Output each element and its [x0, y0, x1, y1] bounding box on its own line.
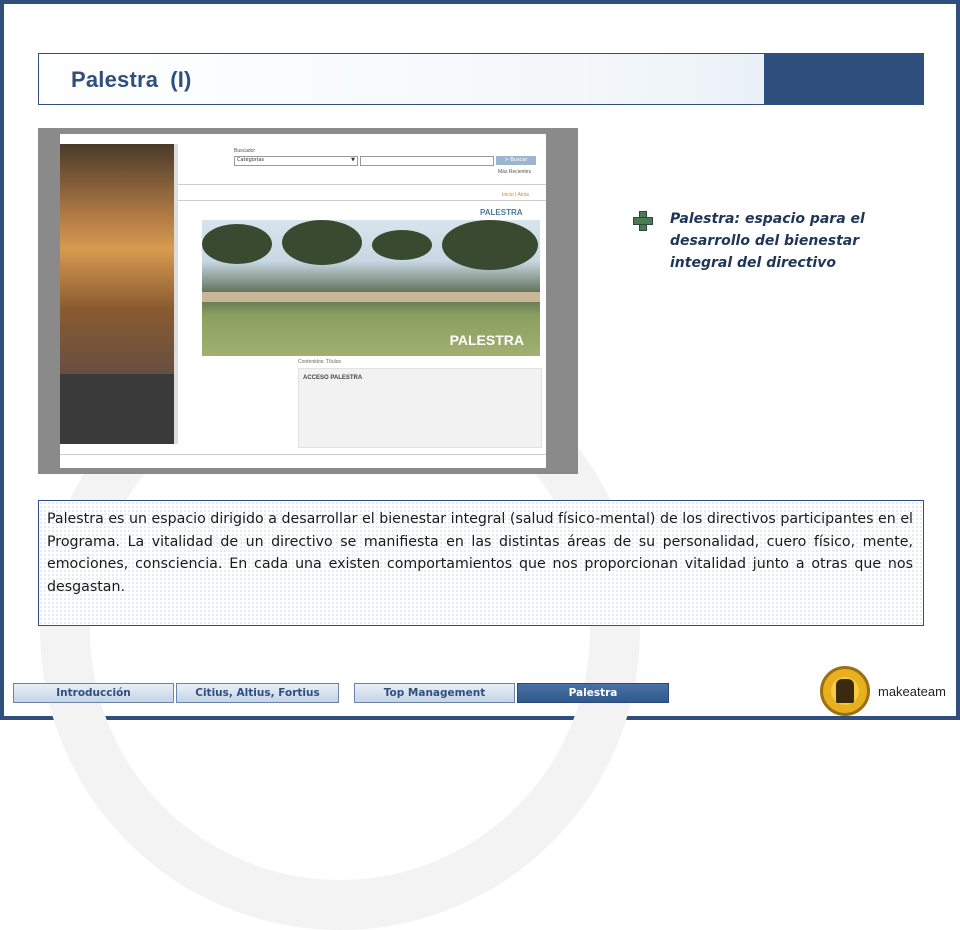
divider [178, 184, 546, 185]
plus-icon [632, 210, 654, 232]
tab-citius-altius-fortius[interactable]: Citius, Altius, Fortius [176, 683, 339, 703]
breadcrumb-links[interactable]: Inicio | Atrás [502, 192, 529, 198]
website-page: Buscador Categorías ▼ > Buscar Más Recie… [60, 134, 546, 468]
tab-introduccion[interactable]: Introducción [13, 683, 174, 703]
title-bar: Palestra (I) [38, 53, 924, 105]
callout-text: Palestra: espacio para el desarrollo del… [670, 211, 865, 271]
category-select-value: Categorías [237, 157, 264, 163]
page-title-main: Palestra [71, 67, 159, 92]
title-accent-block [764, 54, 923, 104]
brand-name: makeateam [878, 684, 946, 699]
website-screenshot: Buscador Categorías ▼ > Buscar Más Recie… [38, 128, 578, 474]
footer-divider [60, 454, 546, 455]
sidebar-divider [174, 144, 178, 444]
divider [178, 200, 546, 201]
access-box: ACCESO PALESTRA [298, 368, 542, 448]
tree-shape [282, 220, 362, 265]
search-label: Buscador [234, 148, 256, 154]
chevron-down-icon: ▼ [351, 157, 355, 163]
search-input[interactable] [360, 156, 494, 166]
tab-palestra[interactable]: Palestra [517, 683, 669, 703]
banner-text: PALESTRA [449, 332, 524, 348]
tab-top-management[interactable]: Top Management [354, 683, 515, 703]
page-title: Palestra (I) [71, 67, 192, 93]
colonnade [202, 292, 540, 302]
category-select[interactable]: Categorías ▼ [234, 156, 358, 166]
recent-link[interactable]: Más Recientes [498, 169, 531, 175]
contents-link[interactable]: Contenidos: Títulos [298, 359, 341, 365]
description-text: Palestra es un espacio dirigido a desarr… [47, 511, 913, 595]
access-box-title: ACCESO PALESTRA [303, 375, 363, 381]
search-button[interactable]: > Buscar [496, 156, 536, 165]
tree-shape [202, 224, 272, 264]
section-heading: PALESTRA [480, 208, 523, 217]
roman-bath-photo [60, 144, 174, 444]
tree-shape [442, 220, 538, 270]
makeateam-logo [820, 666, 870, 716]
tree-shape [372, 230, 432, 260]
page-title-sub: (I) [170, 67, 192, 92]
description-box: Palestra es un espacio dirigido a desarr… [38, 500, 924, 626]
palestra-banner-image: PALESTRA [202, 220, 540, 356]
